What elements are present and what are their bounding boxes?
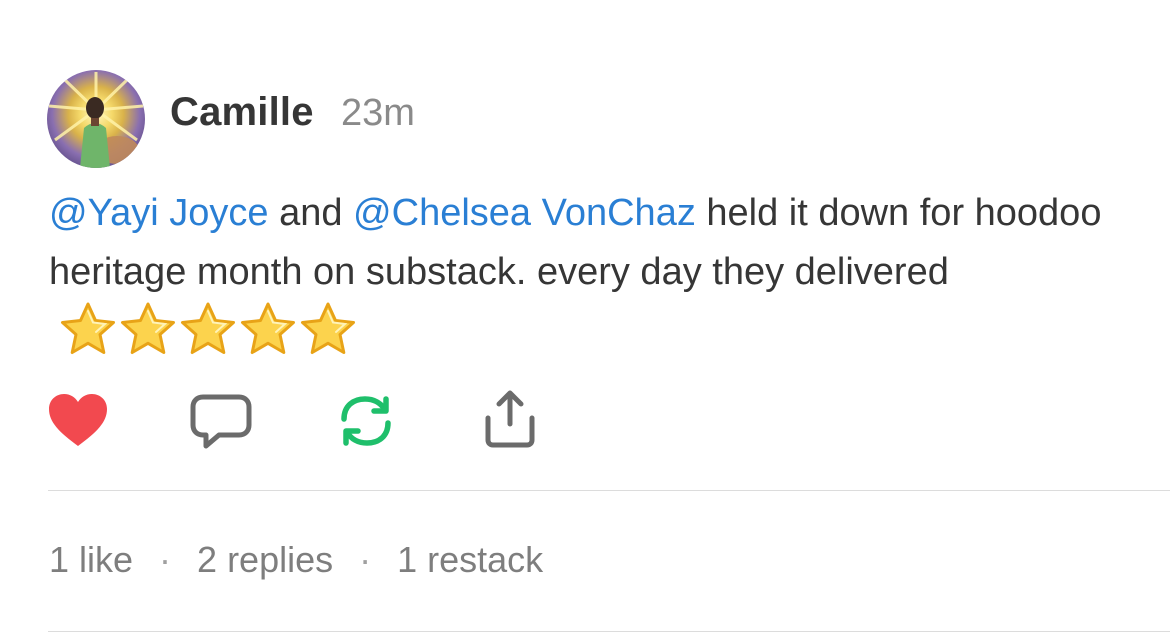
likes-count[interactable]: 1 like <box>49 539 133 580</box>
like-button[interactable] <box>47 391 109 449</box>
star-emoji-icon <box>61 302 115 354</box>
separator-dot: · <box>159 539 172 580</box>
mention-link[interactable]: @Chelsea VonChaz <box>353 192 696 234</box>
divider <box>48 490 1170 491</box>
star-emoji-icon <box>241 302 295 354</box>
comment-icon <box>190 394 252 449</box>
post-timestamp[interactable]: 23m <box>341 92 415 135</box>
star-emoji-icon <box>301 302 355 354</box>
reply-button[interactable] <box>189 391 253 451</box>
heart-icon <box>49 394 107 446</box>
star-emoji-icon <box>181 302 235 354</box>
restack-button[interactable] <box>334 391 398 451</box>
share-button[interactable] <box>478 388 542 450</box>
restack-icon <box>341 396 391 446</box>
body-text-segment: and <box>268 192 354 234</box>
star-emoji-icon <box>121 302 175 354</box>
mention-link[interactable]: @Yayi Joyce <box>49 192 269 234</box>
post-body: @Yayi Joyce and @Chelsea VonChaz held it… <box>49 184 1129 375</box>
replies-count[interactable]: 2 replies <box>197 539 333 580</box>
restacks-count[interactable]: 1 restack <box>397 539 543 580</box>
separator-dot: · <box>359 539 372 580</box>
star-emoji-group <box>59 301 359 375</box>
avatar[interactable] <box>47 70 145 168</box>
share-icon <box>485 390 535 448</box>
divider <box>48 631 1170 632</box>
engagement-stats: 1 like · 2 replies · 1 restack <box>49 539 543 581</box>
note-post: Camille 23m @Yayi Joyce and @Chelsea Von… <box>0 0 1170 644</box>
author-name[interactable]: Camille <box>170 90 314 135</box>
